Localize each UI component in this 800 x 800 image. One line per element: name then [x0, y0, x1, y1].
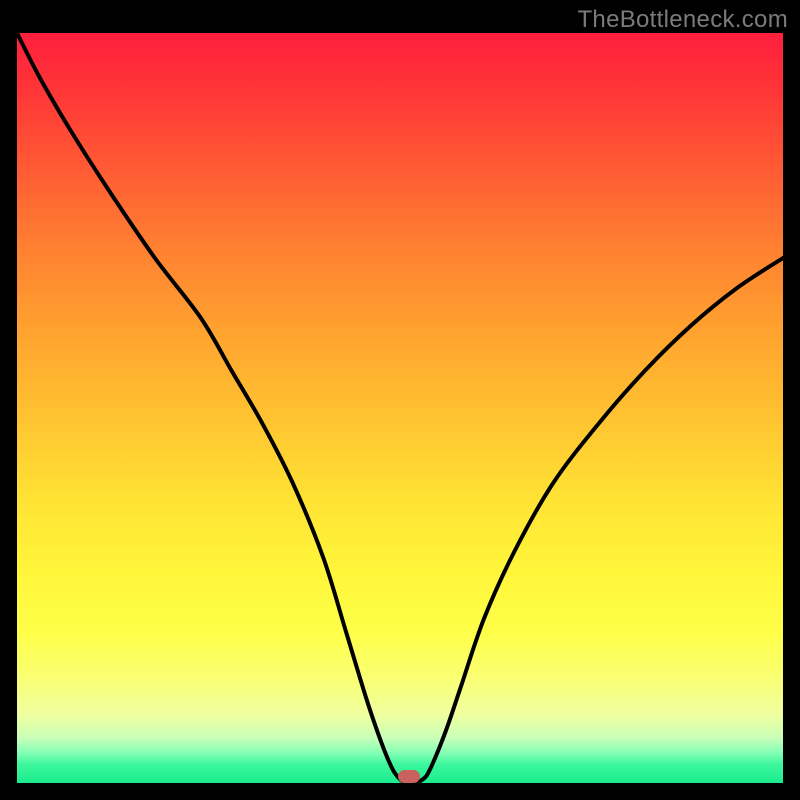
- bottleneck-curve: [17, 33, 783, 783]
- chart-container: TheBottleneck.com: [0, 0, 800, 800]
- attribution-text: TheBottleneck.com: [577, 6, 788, 34]
- optimal-point-marker: [398, 770, 420, 783]
